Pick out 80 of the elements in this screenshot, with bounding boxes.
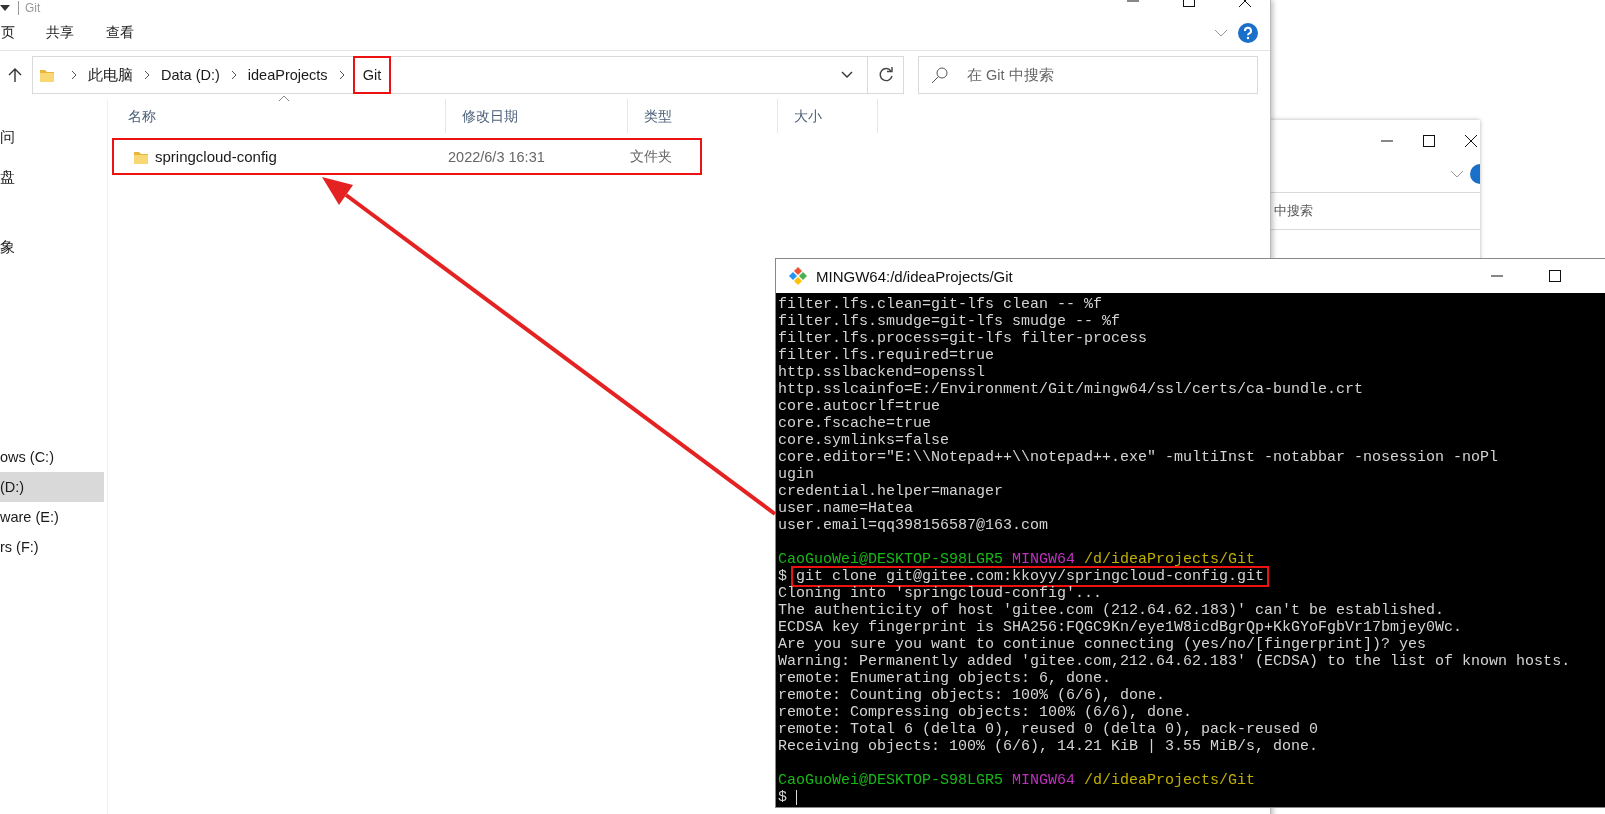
command-text: git clone git@gitee.com:kkoyy/springcloud-config.git xyxy=(793,568,1268,585)
ribbon-tab[interactable]: 查看 xyxy=(106,24,134,42)
nav-item[interactable]: ows (C:) xyxy=(0,442,104,472)
nav-item[interactable]: (D:) xyxy=(0,472,104,502)
terminal-line: filter.lfs.clean=git-lfs clean -- %f xyxy=(778,296,1103,313)
terminal-line: ECDSA key fingerprint is SHA256:FQGC9Kn/eye1W8icdBgrQp+KkGYoFgbVr17bmjey0Wc. xyxy=(778,619,1463,636)
column-header[interactable]: 修改日期 xyxy=(446,99,628,133)
sort-caret-icon[interactable] xyxy=(278,95,290,102)
window-title: Git xyxy=(25,1,41,15)
address-bar[interactable]: 此电脑 Data (D:) ideaProjects Git xyxy=(32,56,868,94)
dropdown-arrow-icon[interactable] xyxy=(0,4,10,12)
terminal-line: remote: Enumerating objects: 6, done. xyxy=(778,670,1112,687)
terminal-line: http.sslcainfo=E:/Environment/Git/mingw64/ssl/certs/ca-bundle.crt xyxy=(778,381,1364,398)
prompt-shell: MINGW64 xyxy=(1012,551,1076,568)
prompt-path: /d/ideaProjects/Git xyxy=(1084,772,1256,789)
file-row[interactable]: springcloud-config 2022/6/3 16:31 文件夹 xyxy=(112,138,702,175)
nav-item[interactable]: ware (E:) xyxy=(0,502,104,532)
breadcrumb[interactable]: ideaProjects xyxy=(244,56,331,94)
prompt-path: /d/ideaProjects/Git xyxy=(1084,551,1256,568)
terminal-line: Receiving objects: 100% (6/6), 14.21 KiB | 3.55 MiB/s, done. xyxy=(778,738,1319,755)
folder-icon xyxy=(39,67,55,83)
column-header[interactable]: 类型 xyxy=(628,99,778,133)
terminal-line: remote: Total 6 (delta 0), reused 0 (delta 0), pack-reused 0 xyxy=(778,721,1319,738)
terminal-line: The authenticity of host 'gitee.com (212.64.62.183)' can't be established. xyxy=(778,602,1445,619)
terminal-line: Warning: Permanently added 'gitee.com,212.64.62.183' (ECDSA) to the list of known hosts. xyxy=(778,653,1571,670)
terminal-line: filter.lfs.smudge=git-lfs smudge -- %f xyxy=(778,313,1121,330)
ribbon-tab[interactable]: 页 xyxy=(1,24,15,42)
terminal-line: http.sslbackend=openssl xyxy=(778,364,986,381)
nav-item[interactable]: 问 xyxy=(0,122,104,152)
terminal-line: user.email=qq398156587@163.com xyxy=(778,517,1049,534)
text-cursor xyxy=(796,790,797,805)
prompt-user: CaoGuoWei@DESKTOP-S98LGR5 xyxy=(778,772,1004,789)
terminal-line: credential.helper=manager xyxy=(778,483,1004,500)
maximize-icon[interactable] xyxy=(1548,269,1562,283)
chevron-right-icon xyxy=(230,70,237,80)
terminal-line: core.symlinks=false xyxy=(778,432,950,449)
nav-item[interactable]: 盘 xyxy=(0,162,104,192)
terminal-line: Cloning into 'springcloud-config'... xyxy=(778,585,1103,602)
terminal-line: ugin xyxy=(778,466,814,483)
terminal-line: filter.lfs.process=git-lfs filter-process xyxy=(778,330,1148,347)
file-date: 2022/6/3 16:31 xyxy=(447,148,546,165)
chevron-right-icon xyxy=(338,70,345,80)
terminal-line: user.name=Hatea xyxy=(778,500,914,517)
ribbon-tab[interactable]: 共享 xyxy=(46,24,74,42)
help-icon[interactable] xyxy=(1238,23,1258,43)
search-icon xyxy=(931,66,949,84)
chevron-icon[interactable] xyxy=(1214,28,1228,38)
nav-item[interactable]: 象 xyxy=(0,232,104,262)
column-header[interactable]: 大小 xyxy=(778,99,878,133)
file-name: springcloud-config xyxy=(155,148,277,165)
breadcrumb[interactable]: Git xyxy=(352,56,392,94)
close-icon[interactable] xyxy=(1464,134,1478,148)
search-text: 中搜索 xyxy=(1274,202,1313,220)
prompt-symbol: $ xyxy=(778,789,787,806)
file-type: 文件夹 xyxy=(629,147,672,166)
terminal-line: core.editor="E:\\Notepad++\\notepad++.exe" -multiInst -notabbar -nosession -noPl xyxy=(778,449,1499,466)
terminal-line: filter.lfs.required=true xyxy=(778,347,995,364)
search-field[interactable]: 在 Git 中搜索 xyxy=(918,56,1258,94)
breadcrumb[interactable]: 此电脑 xyxy=(85,56,136,94)
diamond-logo-icon xyxy=(788,266,808,286)
chevron-right-icon xyxy=(71,70,77,80)
nav-item[interactable]: rs (F:) xyxy=(0,532,104,562)
dropdown-chevron-icon[interactable] xyxy=(841,71,853,79)
terminal-line: Are you sure you want to continue connecting (yes/no/[fingerprint])? yes xyxy=(778,636,1427,653)
prompt-user: CaoGuoWei@DESKTOP-S98LGR5 xyxy=(778,551,1004,568)
chevron-right-icon xyxy=(144,70,150,80)
window-title: MINGW64:/d/ideaProjects/Git xyxy=(816,267,1013,285)
terminal-line: core.autocrlf=true xyxy=(778,398,941,415)
search-placeholder: 在 Git 中搜索 xyxy=(967,65,1054,85)
breadcrumb[interactable]: Data (D:) xyxy=(158,56,223,94)
terminal-line: core.fscache=true xyxy=(778,415,932,432)
terminal-line: remote: Compressing objects: 100% (6/6), done. xyxy=(778,704,1193,721)
refresh-icon[interactable] xyxy=(877,67,894,83)
column-header[interactable]: 名称 xyxy=(112,99,446,133)
chevron-icon[interactable] xyxy=(1450,169,1464,179)
prompt-shell: MINGW64 xyxy=(1012,772,1076,789)
up-arrow-icon[interactable] xyxy=(8,67,22,83)
maximize-icon[interactable] xyxy=(1422,134,1436,148)
terminal-line: remote: Counting objects: 100% (6/6), done. xyxy=(778,687,1166,704)
prompt-symbol: $ xyxy=(778,568,787,585)
